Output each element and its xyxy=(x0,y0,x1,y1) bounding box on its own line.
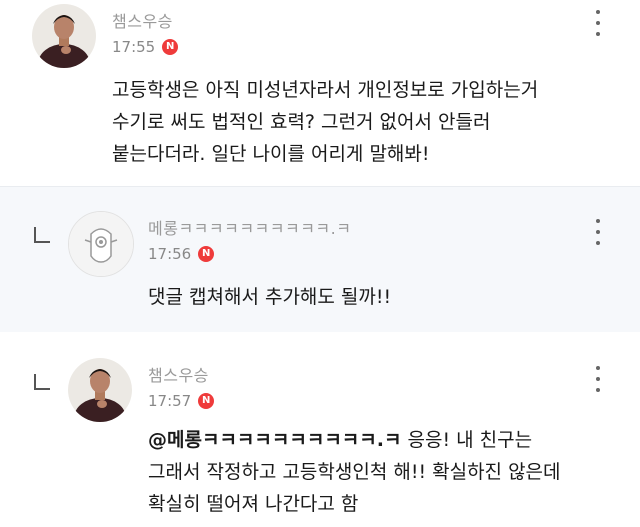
comment-line: 붙는다더라. 일단 나이를 어리게 말해봐! xyxy=(112,143,430,165)
avatar[interactable] xyxy=(68,211,134,277)
author-name[interactable]: 메롱ㅋㅋㅋㅋㅋㅋㅋㅋㅋㅋ.ㅋ xyxy=(148,215,351,239)
comment-time: 17:56 xyxy=(148,245,192,263)
profile-photo xyxy=(32,4,96,68)
comment-meta: 17:55 N xyxy=(112,38,179,56)
comment-text: @메롱ㅋㅋㅋㅋㅋㅋㅋㅋㅋㅋ.ㅋ 응응! 내 친구는 그래서 작정하고 고등학생인… xyxy=(148,424,561,520)
author-name[interactable]: 챔스우승 xyxy=(148,362,209,386)
avatar[interactable] xyxy=(68,358,132,422)
comment-item: 챔스우승 17:55 N 고등학생은 아직 미성년자라서 개인정보로 가입하는거… xyxy=(0,0,640,186)
reply-arrow-icon xyxy=(34,374,50,390)
comment-line: 그래서 작정하고 고등학생인척 해!! 확실하진 않은데 xyxy=(148,461,561,483)
comment-line: @메롱ㅋㅋㅋㅋㅋㅋㅋㅋㅋㅋ.ㅋ 응응! 내 친구는 xyxy=(148,424,561,456)
avatar[interactable] xyxy=(32,4,96,68)
comment-line: 수기로 써도 법적인 효력? 그런거 없어서 안들러 xyxy=(112,111,491,133)
profile-image xyxy=(69,212,133,276)
comment-line: 고등학생은 아직 미성년자라서 개인정보로 가입하는거 xyxy=(112,79,539,101)
comment-line: 댓글 캡쳐해서 추가해도 될까!! xyxy=(148,286,392,308)
comment-meta: 17:57 N xyxy=(148,392,215,410)
comment-time: 17:55 xyxy=(112,38,156,56)
comment-line: 확실히 떨어져 나간다고 함 xyxy=(148,493,359,515)
reply-arrow-icon xyxy=(34,227,50,243)
comment-text: 댓글 캡쳐해서 추가해도 될까!! xyxy=(148,281,391,313)
more-vertical-icon[interactable] xyxy=(588,219,608,245)
more-vertical-icon[interactable] xyxy=(588,10,608,36)
reply-item: 메롱ㅋㅋㅋㅋㅋㅋㅋㅋㅋㅋ.ㅋ 17:56 N 댓글 캡쳐해서 추가해도 될까!! xyxy=(0,186,640,333)
new-badge: N xyxy=(198,246,215,262)
comment-line-rest: 응응! 내 친구는 xyxy=(401,429,533,451)
profile-photo xyxy=(68,358,132,422)
reply-item: 챔스우승 17:57 N @메롱ㅋㅋㅋㅋㅋㅋㅋㅋㅋㅋ.ㅋ 응응! 내 친구는 그… xyxy=(0,332,640,527)
comment-time: 17:57 xyxy=(148,392,192,410)
author-name[interactable]: 챔스우승 xyxy=(112,8,173,32)
comment-text: 고등학생은 아직 미성년자라서 개인정보로 가입하는거 수기로 써도 법적인 효… xyxy=(112,74,538,170)
new-badge: N xyxy=(162,39,179,55)
mention-link[interactable]: @메롱ㅋㅋㅋㅋㅋㅋㅋㅋㅋㅋ.ㅋ xyxy=(148,429,401,451)
more-vertical-icon[interactable] xyxy=(588,366,608,392)
new-badge: N xyxy=(198,393,215,409)
comment-meta: 17:56 N xyxy=(148,245,215,263)
